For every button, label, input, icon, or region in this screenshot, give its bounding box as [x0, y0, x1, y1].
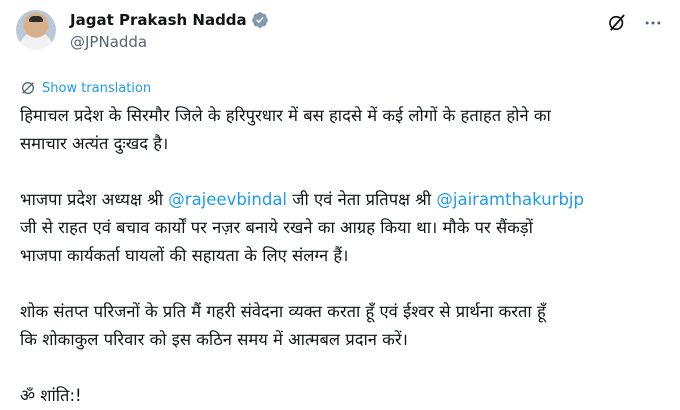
more-options-icon[interactable]: [642, 12, 664, 34]
show-translation-link[interactable]: Show translation: [20, 80, 151, 96]
mention-jairamthakurbjp[interactable]: @jairamthakurbjp: [436, 190, 584, 209]
tweet-line: जी से राहत एवं बचाव कार्यों पर नज़र बनाय…: [20, 218, 533, 237]
grok-icon[interactable]: [606, 12, 628, 34]
tweet-line-with-mentions: भाजपा प्रदेश अध्यक्ष श्री @rajeevbindal …: [20, 186, 670, 214]
avatar[interactable]: [16, 10, 56, 50]
tweet-text: हिमाचल प्रदेश के सिरमौर जिले के हरिपुरधा…: [20, 102, 670, 410]
tweet-line: शोक संतप्त परिजनों के प्रति मैं गहरी संव…: [20, 302, 546, 321]
tweet-line: ॐ शांति:!: [20, 386, 82, 405]
verified-badge-icon: [251, 12, 268, 28]
tweet-header: Jagat Prakash Nadda @JPNadda: [16, 8, 664, 64]
tweet-line: समाचार अत्यंत दुःखद है।: [20, 134, 169, 153]
tweet-text-segment: भाजपा प्रदेश अध्यक्ष श्री: [20, 190, 169, 209]
translate-icon: [22, 82, 34, 94]
tweet-line: भाजपा कार्यकर्ता घायलों की सहायता के लिए…: [20, 246, 349, 265]
tweet-text-segment: जी एवं नेता प्रतिपक्ष श्री: [287, 190, 437, 209]
show-translation-label[interactable]: Show translation: [42, 81, 151, 96]
author-name[interactable]: Jagat Prakash Nadda: [70, 10, 247, 30]
author-handle[interactable]: @JPNadda: [70, 32, 269, 52]
tweet-line: कि शोकाकुल परिवार को इस कठिन समय में आत्…: [20, 330, 408, 349]
more-dots-graphic: [645, 21, 661, 25]
author-info: Jagat Prakash Nadda @JPNadda: [70, 10, 269, 52]
mention-rajeevbindal[interactable]: @rajeevbindal: [168, 190, 287, 209]
header-actions: [606, 12, 664, 34]
grok-icon-graphic: [609, 14, 625, 31]
author-name-row[interactable]: Jagat Prakash Nadda: [70, 10, 269, 30]
tweet-line: हिमाचल प्रदेश के सिरमौर जिले के हरिपुरधा…: [20, 106, 551, 125]
